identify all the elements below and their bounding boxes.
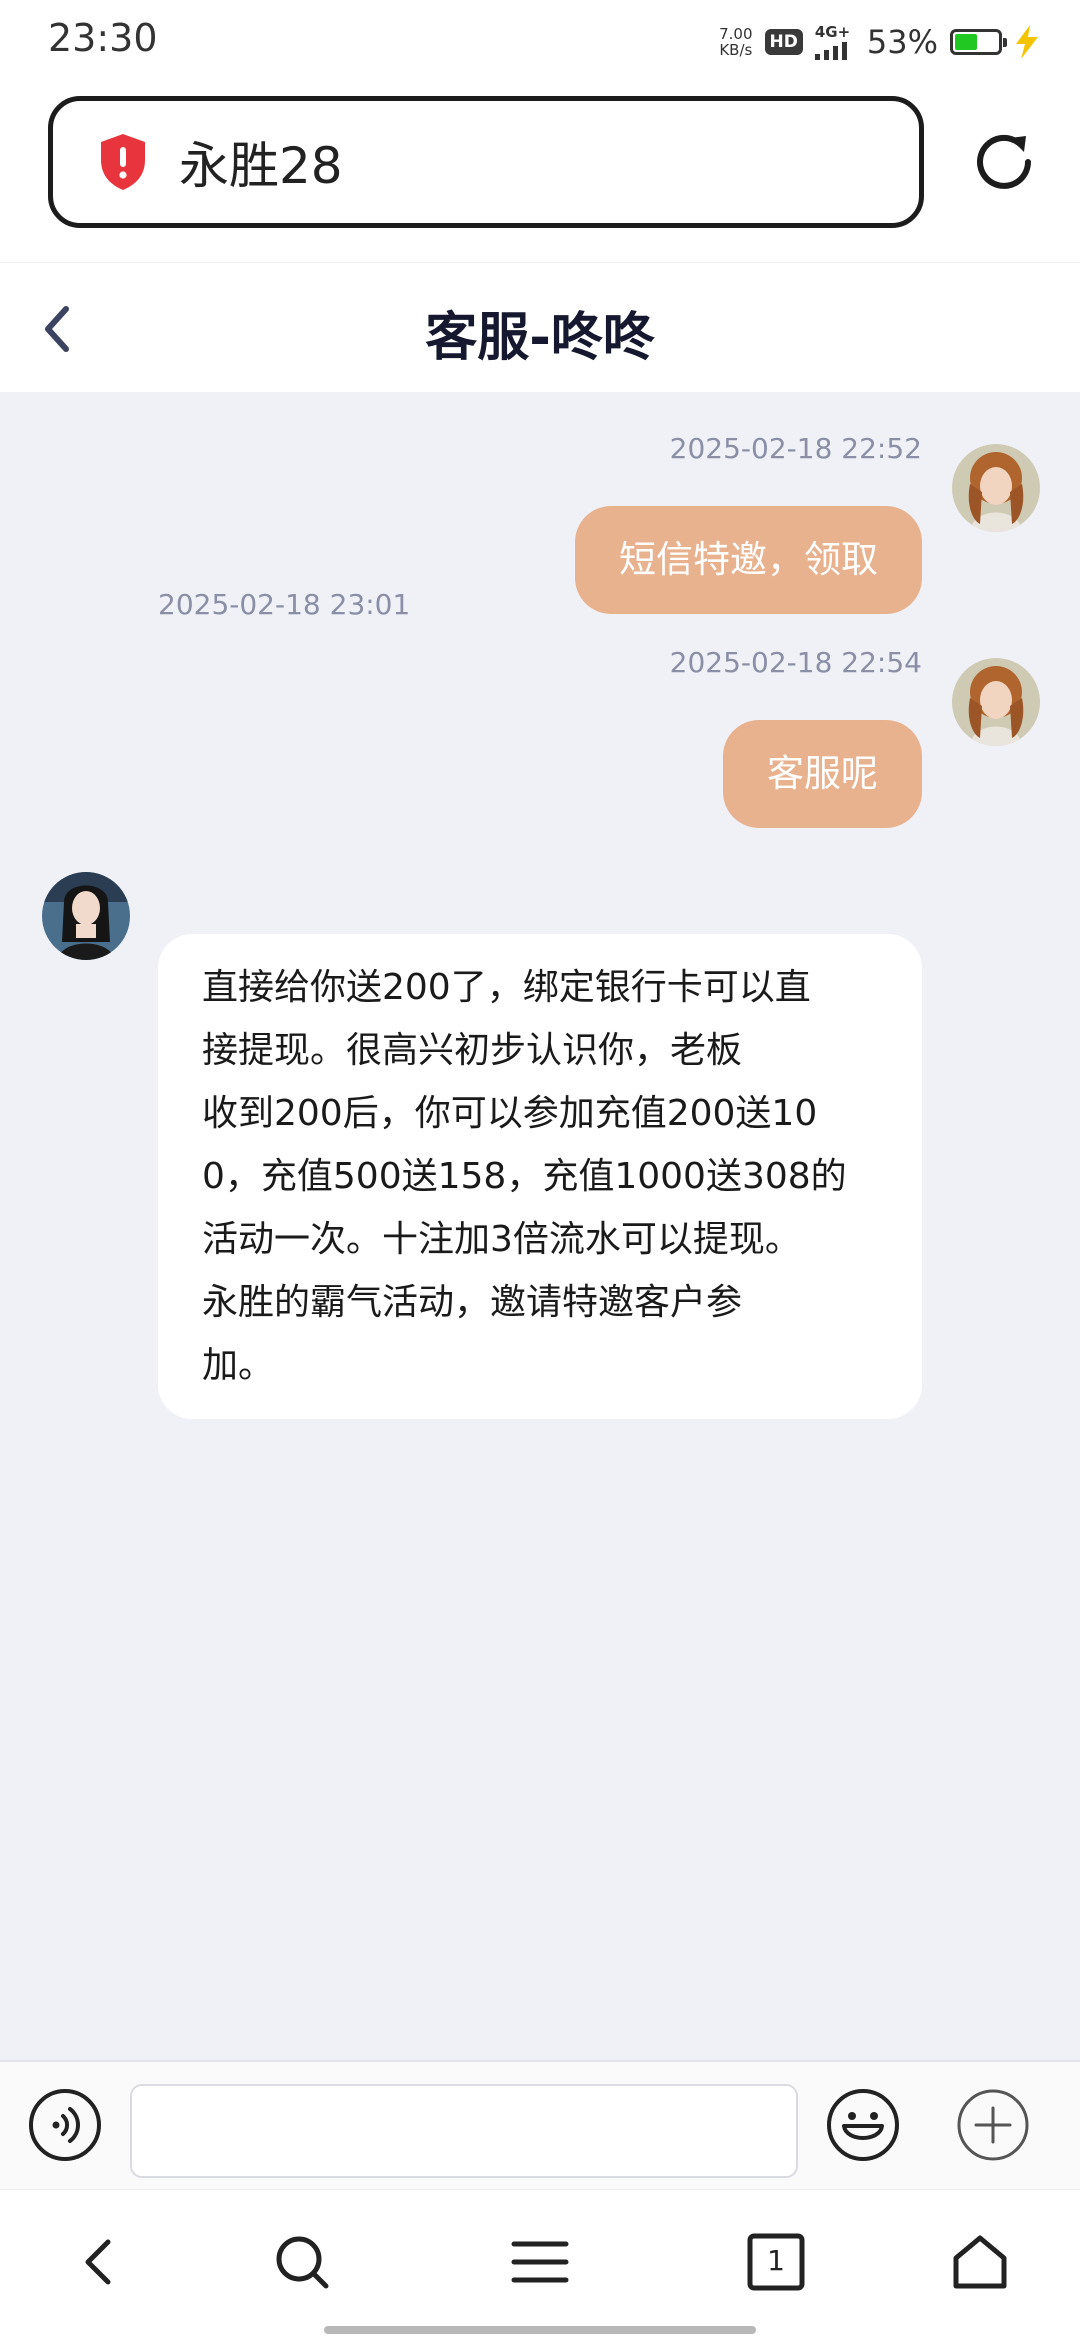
message-list[interactable]: 2025-02-18 22:52 短信特邀，领取 2025-02-18 22:5… [0,392,1080,2060]
message-input[interactable] [130,2084,798,2178]
network-type: 4G+ [814,22,851,41]
message-bubble[interactable]: 直接给你送200了，绑定银行卡可以直 接提现。很高兴初步认识你，老板 收到200… [158,934,922,1419]
message-timestamp: 2025-02-18 22:54 [669,646,922,679]
chat-title: 客服-咚咚 [425,308,655,368]
search-icon[interactable] [270,2230,334,2294]
reload-icon[interactable] [972,130,1036,194]
message-line: 收到200后，你可以参加充值200送10 [202,1093,818,1134]
status-bar: 23:30 7.00 KB/s HD 4G+ 53% [0,0,1080,84]
message-bubble[interactable]: 短信特邀，领取 [575,506,922,614]
chat-header: 客服-咚咚 [0,262,1080,392]
add-icon[interactable] [956,2088,1030,2162]
voice-icon[interactable] [28,2088,102,2162]
emoji-icon[interactable] [826,2088,900,2162]
status-indicators: 7.00 KB/s HD 4G+ 53% [719,20,1040,64]
user-avatar[interactable] [952,444,1040,532]
address-text: 永胜28 [179,137,343,195]
network-speed: 7.00 KB/s [719,26,752,58]
browser-toolbar: 1 [0,2192,1080,2340]
message-bubble[interactable]: 客服呢 [723,720,922,828]
message-line: 加。 [202,1345,275,1386]
user-avatar[interactable] [952,658,1040,746]
home-indicator[interactable] [324,2326,756,2334]
battery-level-fill [955,34,978,50]
battery-icon [950,29,1007,55]
home-icon[interactable] [948,2230,1012,2294]
signal-icon [814,41,847,60]
message-composer [0,2060,1080,2190]
message-timestamp: 2025-02-18 22:52 [669,432,922,465]
status-time: 23:30 [48,16,158,60]
menu-icon[interactable] [508,2230,572,2294]
network-speed-unit: KB/s [719,41,753,59]
tab-count: 1 [767,2244,785,2277]
message-line: 直接给你送200了，绑定银行卡可以直 [202,967,811,1008]
message-line: 活动一次。十注加3倍流水可以提现。 [202,1219,801,1260]
message-line: 接提现。很高兴初步认识你，老板 [202,1030,743,1071]
address-bar[interactable]: 永胜28 [48,96,924,228]
tabs-button[interactable]: 1 [744,2230,808,2294]
network-speed-value: 7.00 [719,25,753,43]
nav-back-icon[interactable] [68,2230,132,2294]
hd-badge: HD [764,29,803,55]
security-shield-icon [101,134,145,190]
message-line: 永胜的霸气活动，邀请特邀客户参 [202,1282,743,1323]
charging-icon [1016,25,1038,59]
message-timestamp: 2025-02-18 23:01 [158,588,411,621]
signal-indicator: 4G+ [814,22,855,60]
agent-avatar[interactable] [42,872,130,960]
message-line: 0，充值500送158，充值1000送308的 [202,1156,847,1197]
battery-percent: 53% [866,23,938,61]
